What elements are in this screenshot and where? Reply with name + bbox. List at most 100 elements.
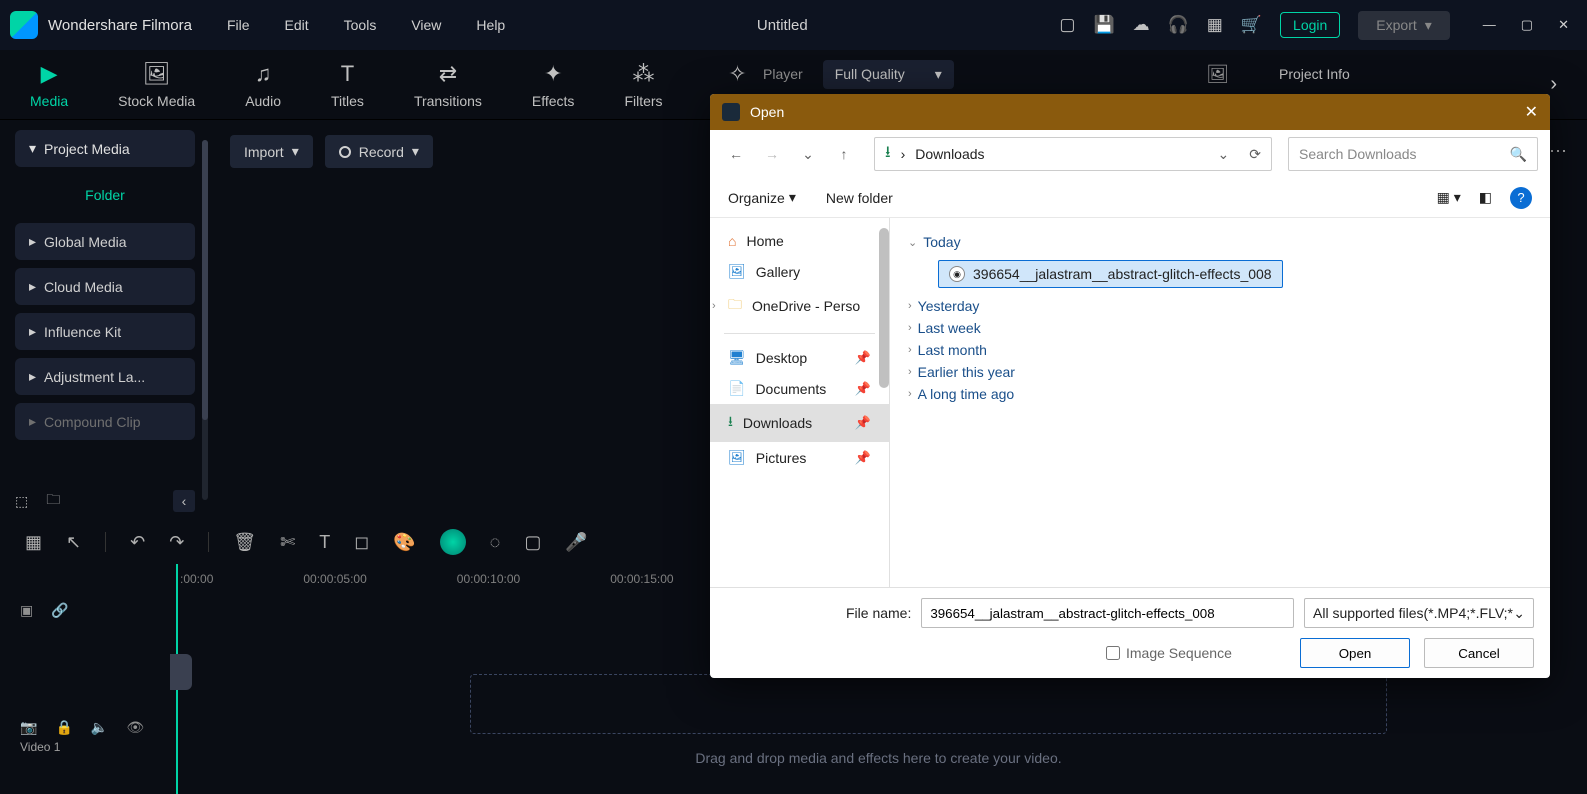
maximize-button[interactable]: ▢ bbox=[1521, 17, 1533, 33]
crumb-chevron-icon[interactable]: ⌄ bbox=[1218, 146, 1230, 163]
menu-help[interactable]: Help bbox=[476, 17, 505, 33]
address-bar[interactable]: ⭳ › Downloads ⌄ ⟳ bbox=[874, 137, 1272, 171]
collapse-sidebar-icon[interactable]: ‹ bbox=[173, 490, 195, 512]
new-folder-icon[interactable]: 🗀 bbox=[46, 489, 60, 513]
media-sidebar: ▾Project Media Folder ▸Global Media ▸Clo… bbox=[0, 120, 210, 520]
sidebar-scrollbar[interactable] bbox=[202, 140, 208, 500]
sidebar-item-adjustment-layer[interactable]: ▸Adjustment La... bbox=[15, 358, 195, 395]
undo-icon[interactable]: ↶ bbox=[130, 532, 145, 553]
cloud-icon[interactable]: ☁ bbox=[1133, 15, 1150, 35]
sidebar-item-influence-kit[interactable]: ▸Influence Kit bbox=[15, 313, 195, 350]
cart-icon[interactable]: 🛒 bbox=[1241, 15, 1262, 35]
tab-effects[interactable]: ✦Effects bbox=[532, 61, 575, 109]
device-icon[interactable]: ▢ bbox=[1059, 15, 1075, 35]
redo-icon[interactable]: ↷ bbox=[169, 532, 184, 553]
nav-up-icon[interactable]: ↑ bbox=[830, 140, 858, 168]
side-gallery[interactable]: 🖼Gallery bbox=[710, 256, 889, 287]
group-last-month[interactable]: ›Last month bbox=[908, 342, 1532, 358]
menu-view[interactable]: View bbox=[411, 17, 441, 33]
group-today[interactable]: ⌄Today bbox=[908, 234, 1532, 250]
dialog-nav: ← → ⌄ ↑ ⭳ › Downloads ⌄ ⟳ Search Downloa… bbox=[710, 130, 1550, 178]
nav-forward-icon[interactable]: → bbox=[758, 140, 786, 168]
help-icon[interactable]: ? bbox=[1510, 187, 1532, 209]
apps-icon[interactable]: ▦ bbox=[1207, 15, 1223, 35]
filename-input[interactable] bbox=[921, 598, 1294, 628]
cancel-button[interactable]: Cancel bbox=[1424, 638, 1534, 668]
layout-icon[interactable]: ▦ bbox=[25, 532, 42, 553]
minimize-button[interactable]: — bbox=[1483, 17, 1496, 33]
dialog-close-icon[interactable]: ✕ bbox=[1525, 102, 1538, 122]
sidebar-item-global-media[interactable]: ▸Global Media bbox=[15, 223, 195, 260]
link-icon[interactable]: 🔗 bbox=[51, 602, 68, 619]
tab-titles[interactable]: TTitles bbox=[331, 61, 364, 109]
new-folder-button[interactable]: New folder bbox=[826, 190, 893, 206]
filetype-dropdown[interactable]: All supported files(*.MP4;*.FLV;*⌄ bbox=[1304, 598, 1534, 628]
close-button[interactable]: ✕ bbox=[1558, 17, 1569, 33]
app-name: Wondershare Filmora bbox=[48, 17, 192, 34]
side-home[interactable]: ⌂Home bbox=[710, 226, 889, 256]
menu-tools[interactable]: Tools bbox=[344, 17, 377, 33]
side-downloads[interactable]: ⭳Downloads📌 bbox=[710, 404, 889, 442]
side-onedrive[interactable]: ›🗀OneDrive - Perso bbox=[710, 287, 889, 325]
group-last-week[interactable]: ›Last week bbox=[908, 320, 1532, 336]
color-icon[interactable]: 🎨 bbox=[393, 532, 415, 553]
menu-file[interactable]: File bbox=[227, 17, 250, 33]
save-icon[interactable]: 💾 bbox=[1093, 15, 1114, 35]
mute-icon[interactable]: 🔈 bbox=[91, 719, 108, 736]
login-button[interactable]: Login bbox=[1280, 12, 1340, 38]
image-sequence-checkbox[interactable]: Image Sequence bbox=[1106, 645, 1232, 661]
delete-icon[interactable]: 🗑 bbox=[233, 532, 256, 553]
tab-stock-media[interactable]: 🖼Stock Media bbox=[118, 61, 195, 109]
marker-icon[interactable]: ▢ bbox=[524, 532, 541, 553]
open-button[interactable]: Open bbox=[1300, 638, 1410, 668]
sidebar-item-compound-clip[interactable]: ▸Compound Clip bbox=[15, 403, 195, 440]
eye-icon[interactable]: 👁 bbox=[126, 719, 144, 736]
headphones-icon[interactable]: 🎧 bbox=[1168, 15, 1189, 35]
nav-recent-icon[interactable]: ⌄ bbox=[794, 140, 822, 168]
more-icon[interactable]: ⋯ bbox=[1549, 141, 1567, 162]
cut-icon[interactable]: ✄ bbox=[280, 532, 295, 553]
lock-icon[interactable]: 🔒 bbox=[55, 719, 72, 736]
search-input[interactable]: Search Downloads 🔍 bbox=[1288, 137, 1538, 171]
sidebar-item-cloud-media[interactable]: ▸Cloud Media bbox=[15, 268, 195, 305]
side-documents[interactable]: 📄Documents📌 bbox=[710, 373, 889, 404]
crop-icon[interactable]: ◻ bbox=[354, 532, 369, 553]
view-mode-icon[interactable]: ▦ ▾ bbox=[1437, 189, 1461, 206]
tab-transitions[interactable]: ⇄Transitions bbox=[414, 61, 482, 109]
record-dropdown[interactable]: Record▾ bbox=[325, 135, 433, 168]
filename-label: File name: bbox=[846, 605, 911, 621]
timeline-hint: Drag and drop media and effects here to … bbox=[170, 750, 1587, 766]
pin-icon: 📌 bbox=[855, 450, 871, 466]
refresh-icon[interactable]: ⟳ bbox=[1249, 146, 1261, 163]
text-icon[interactable]: T bbox=[319, 532, 330, 553]
camera-icon[interactable]: 📷 bbox=[20, 719, 37, 736]
preview-pane-icon[interactable]: ◧ bbox=[1479, 189, 1492, 206]
select-tool-icon[interactable]: ↖ bbox=[66, 532, 81, 553]
timeline-dropzone[interactable] bbox=[470, 674, 1387, 734]
mic-icon[interactable]: 🎤 bbox=[565, 532, 587, 553]
tab-audio[interactable]: ♫Audio bbox=[245, 61, 281, 109]
file-item[interactable]: ◉396654__jalastram__abstract-glitch-effe… bbox=[938, 260, 1283, 288]
export-button[interactable]: Export▾ bbox=[1358, 11, 1450, 40]
side-desktop[interactable]: 🖥Desktop📌 bbox=[710, 342, 889, 373]
tab-media[interactable]: ▶Media bbox=[30, 61, 68, 109]
group-earlier-this-year[interactable]: ›Earlier this year bbox=[908, 364, 1532, 380]
snapshot-icon[interactable]: 🖼 bbox=[1206, 64, 1229, 85]
speed-icon[interactable]: ◌ bbox=[490, 532, 501, 553]
nav-back-icon[interactable]: ← bbox=[722, 140, 750, 168]
sidebar-folder[interactable]: Folder bbox=[15, 177, 195, 213]
main-menu: File Edit Tools View Help bbox=[227, 17, 505, 33]
tab-filters[interactable]: ⁂Filters bbox=[624, 61, 662, 109]
quality-dropdown[interactable]: Full Quality▾ bbox=[823, 60, 954, 89]
timeline-clip-stub[interactable] bbox=[170, 654, 192, 690]
sidebar-header[interactable]: ▾Project Media bbox=[15, 130, 195, 167]
side-pictures[interactable]: 🖼Pictures📌 bbox=[710, 442, 889, 473]
new-bin-icon[interactable]: ⬚ bbox=[15, 493, 28, 510]
ai-icon[interactable] bbox=[440, 529, 466, 555]
group-long-time-ago[interactable]: ›A long time ago bbox=[908, 386, 1532, 402]
menu-edit[interactable]: Edit bbox=[285, 17, 309, 33]
group-yesterday[interactable]: ›Yesterday bbox=[908, 298, 1532, 314]
organize-dropdown[interactable]: Organize▾ bbox=[728, 189, 796, 206]
import-dropdown[interactable]: Import▾ bbox=[230, 135, 313, 168]
track-options-icon[interactable]: ▣ bbox=[20, 602, 33, 619]
